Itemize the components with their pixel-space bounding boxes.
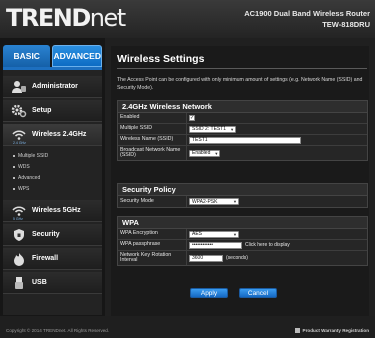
section-security-policy: Security Policy Security Mode WPA2-PSK ▼	[117, 183, 368, 208]
row-broadcast: Broadcast Network Name (SSID) Enabled ▼	[120, 146, 221, 160]
setup-gear-icon	[9, 103, 29, 119]
ssid-input[interactable]: TEST1	[189, 136, 301, 144]
subnav-wds[interactable]: WDS	[13, 164, 30, 170]
broadcast-select[interactable]: Enabled ▼	[189, 149, 221, 157]
sidebar-item-usb[interactable]: USB	[3, 272, 102, 294]
shield-icon	[9, 227, 29, 243]
subnav-wps[interactable]: WPS	[13, 186, 29, 192]
mode-tabs: BASIC ADVANCED	[3, 45, 102, 67]
encryption-select[interactable]: AES ▼	[189, 230, 239, 238]
page-description: The Access Point can be configured with …	[117, 77, 363, 91]
cancel-button[interactable]: Cancel	[239, 288, 277, 298]
section-heading: WPA	[118, 217, 367, 229]
row-key-rotation: Network Key Rotation Interval 3600 (seco…	[120, 251, 248, 265]
sidebar-item-setup[interactable]: Setup	[3, 100, 102, 122]
rotation-interval-input[interactable]: 3600	[189, 254, 223, 262]
copyright-text: Copyright © 2014 TRENDnet. All Rights Re…	[6, 327, 110, 333]
row-enabled: Enabled ✓	[118, 113, 367, 124]
row-multiple-ssid: Multiple SSID SSID 2: TEST1 ▼	[118, 124, 367, 135]
sidebar-item-firewall[interactable]: Firewall	[3, 248, 102, 270]
warranty-icon	[294, 327, 300, 333]
row-wpa-encryption: WPA Encryption AES ▼	[118, 229, 367, 240]
product-title: AC1900 Dual Band Wireless Router TEW-818…	[244, 8, 370, 30]
subnav-multiple-ssid[interactable]: Multiple SSID	[13, 153, 48, 159]
sidebar-nav: Administrator Setup Wireless 2.4GHz 2.4 …	[3, 67, 102, 315]
section-24ghz: 2.4GHz Wireless Network Enabled ✓ Multip…	[117, 100, 368, 161]
warranty-link[interactable]: Product Warranty Registration	[294, 327, 369, 333]
trendnet-logo: TRENDnet	[6, 4, 126, 32]
row-wpa-passphrase: WPA passphrase •••••••••••• Click here t…	[118, 240, 367, 251]
section-heading: 2.4GHz Wireless Network	[118, 101, 367, 113]
row-wireless-name: Wireless Name (SSID) TEST1	[118, 135, 367, 146]
section-wpa: WPA WPA Encryption AES ▼ WPA passphrase •…	[117, 216, 368, 266]
firewall-icon	[9, 251, 29, 267]
product-name: AC1900 Dual Band Wireless Router	[244, 9, 370, 18]
main-content: Wireless Settings The Access Point can b…	[105, 38, 375, 316]
usb-icon	[9, 275, 29, 291]
freq-tag-5: 5 GHz	[13, 217, 23, 221]
multiple-ssid-select[interactable]: SSID 2: TEST1 ▼	[189, 125, 237, 133]
footer: Copyright © 2014 TRENDnet. All Rights Re…	[0, 322, 375, 338]
page-title: Wireless Settings	[117, 53, 205, 65]
sidebar-item-security[interactable]: Security	[3, 224, 102, 246]
section-heading: Security Policy	[118, 184, 367, 196]
freq-tag-24: 2.4 GHz	[13, 141, 26, 145]
product-model: TEW-818DRU	[322, 20, 370, 29]
passphrase-input[interactable]: ••••••••••••	[189, 241, 242, 249]
apply-button[interactable]: Apply	[190, 288, 228, 298]
sidebar-item-administrator[interactable]: Administrator	[3, 76, 102, 98]
title-divider	[117, 68, 367, 69]
subnav-advanced[interactable]: Advanced	[13, 175, 40, 181]
enabled-checkbox[interactable]: ✓	[189, 115, 195, 121]
tab-advanced[interactable]: ADVANCED	[52, 45, 102, 67]
row-security-mode: Security Mode WPA2-PSK ▼	[118, 196, 367, 207]
administrator-icon	[9, 79, 29, 95]
security-mode-select[interactable]: WPA2-PSK ▼	[189, 198, 239, 205]
tab-basic[interactable]: BASIC	[3, 45, 51, 67]
show-passphrase-link[interactable]: Click here to display	[245, 242, 290, 248]
sidebar: BASIC ADVANCED Administrator Setup Wirel…	[0, 38, 105, 316]
rotation-unit: (seconds)	[226, 255, 248, 261]
header: TRENDnet AC1900 Dual Band Wireless Route…	[0, 0, 375, 38]
